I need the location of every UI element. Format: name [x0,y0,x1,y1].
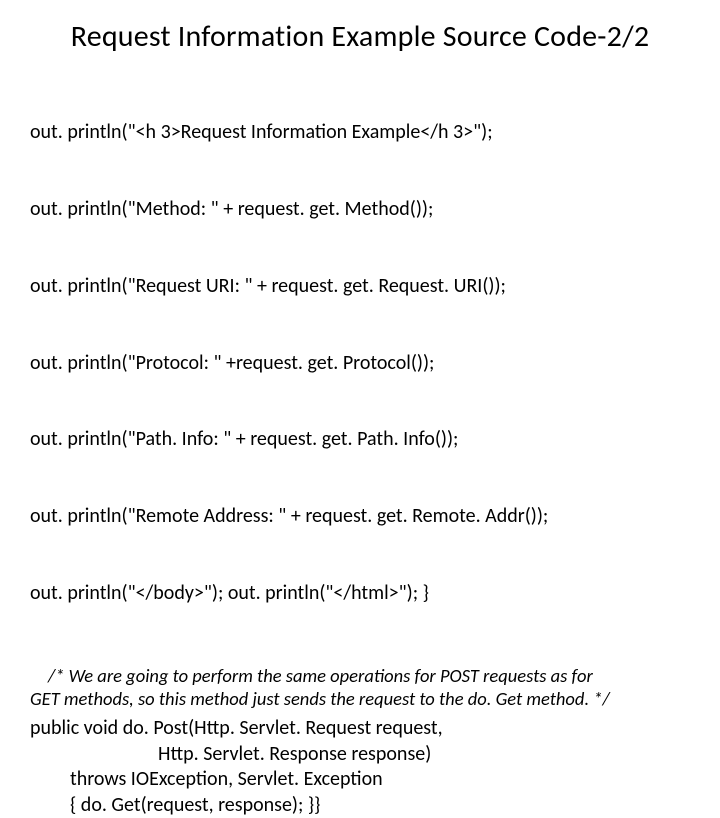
comment-line: GET methods, so this method just sends t… [30,687,610,710]
code-line: Http. Servlet. Response response) [30,742,690,768]
code-line: out. println("<h 3>Request Information E… [30,120,690,146]
comment-line: /* We are going to perform the same oper… [30,664,593,687]
code-line: out. println("Protocol: " +request. get.… [30,351,690,377]
code-block-method: public void do. Post(Http. Servlet. Requ… [30,716,690,818]
slide-title: Request Information Example Source Code-… [30,18,690,55]
code-line: throws IOException, Servlet. Exception [30,767,690,793]
code-comment: /* We are going to perform the same oper… [30,664,690,710]
code-line: out. println("Path. Info: " + request. g… [30,427,690,453]
code-block-main: out. println("<h 3>Request Information E… [30,69,690,658]
code-line: out. println("Method: " + request. get. … [30,197,690,223]
slide: Request Information Example Source Code-… [0,0,720,540]
code-line: out. println("Remote Address: " + reques… [30,504,690,530]
code-line: { do. Get(request, response); }} [30,793,690,818]
code-line: out. println("</body>"); out. println("<… [30,581,690,607]
code-line: out. println("Request URI: " + request. … [30,274,690,300]
code-line: public void do. Post(Http. Servlet. Requ… [30,716,690,742]
